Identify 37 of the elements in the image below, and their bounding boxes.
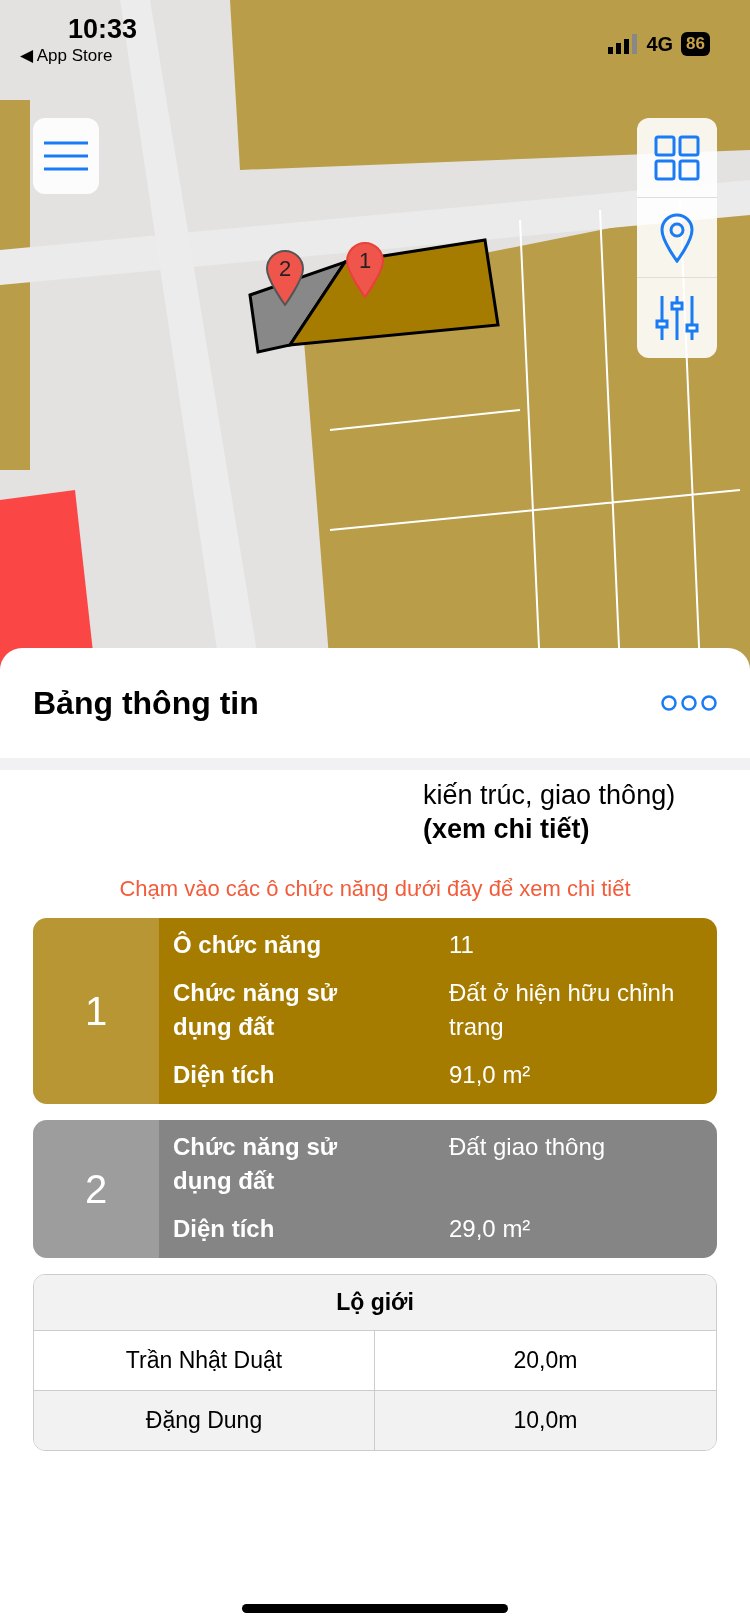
battery-level: 86: [681, 32, 710, 56]
table-cell: Trần Nhật Duật: [34, 1331, 375, 1390]
field-label: Ô chức năng: [173, 930, 323, 960]
hint-text: Chạm vào các ô chức năng dưới đây để xem chi tiết: [118, 876, 632, 902]
table-cell-text: 20,0m: [512, 1346, 579, 1375]
table-cell-text: 10,0m: [512, 1406, 579, 1435]
network-label: 4G: [646, 32, 674, 56]
menu-button[interactable]: [33, 118, 99, 194]
zone-number: 1: [33, 918, 159, 1104]
signal-icon: [608, 34, 639, 54]
view-details-link[interactable]: (xem chi tiết): [423, 812, 710, 846]
field-value: 29,0 m²: [449, 1214, 532, 1244]
zone-card[interactable]: 1 Ô chức năng 11 Chức năng sử dụng đất Đất ở hiện hữu chỉnh trang Diện tích 91,0 m²: [33, 918, 717, 1104]
description-text: kiến trúc, giao thông): [423, 779, 677, 812]
clock-time: 10:33: [68, 14, 138, 45]
location-pin-icon: [659, 212, 695, 263]
sliders-icon: [654, 293, 700, 343]
field-label: Diện tích: [173, 1214, 276, 1244]
table-cell: Đặng Dung: [34, 1391, 375, 1450]
field-label: Chức năng sử dụng đất: [173, 978, 339, 1042]
more-button[interactable]: [661, 695, 717, 711]
field-label: Diện tích: [173, 1060, 276, 1090]
map-marker[interactable]: 2: [265, 250, 305, 306]
field-value: Đất giao thông: [449, 1132, 607, 1162]
zone-number: 2: [33, 1120, 159, 1258]
field-label: Chức năng sử dụng đất: [173, 1132, 339, 1196]
panel-title: Bảng thông tin: [33, 684, 259, 722]
menu-icon: [44, 141, 88, 171]
zone-card[interactable]: 2 Chức năng sử dụng đất Đất giao thông Diện tích 29,0 m²: [33, 1120, 717, 1258]
field-value: 11: [449, 930, 475, 960]
grid-icon: [653, 133, 701, 182]
field-value: Đất ở hiện hữu chỉnh trang: [449, 978, 676, 1042]
field-value: 91,0 m²: [449, 1060, 532, 1090]
map-marker[interactable]: 1: [345, 242, 385, 298]
back-to-app-link[interactable]: ◀ App Store: [20, 45, 138, 66]
table-header: Lộ giới: [34, 1275, 716, 1331]
more-icon: [661, 695, 717, 711]
